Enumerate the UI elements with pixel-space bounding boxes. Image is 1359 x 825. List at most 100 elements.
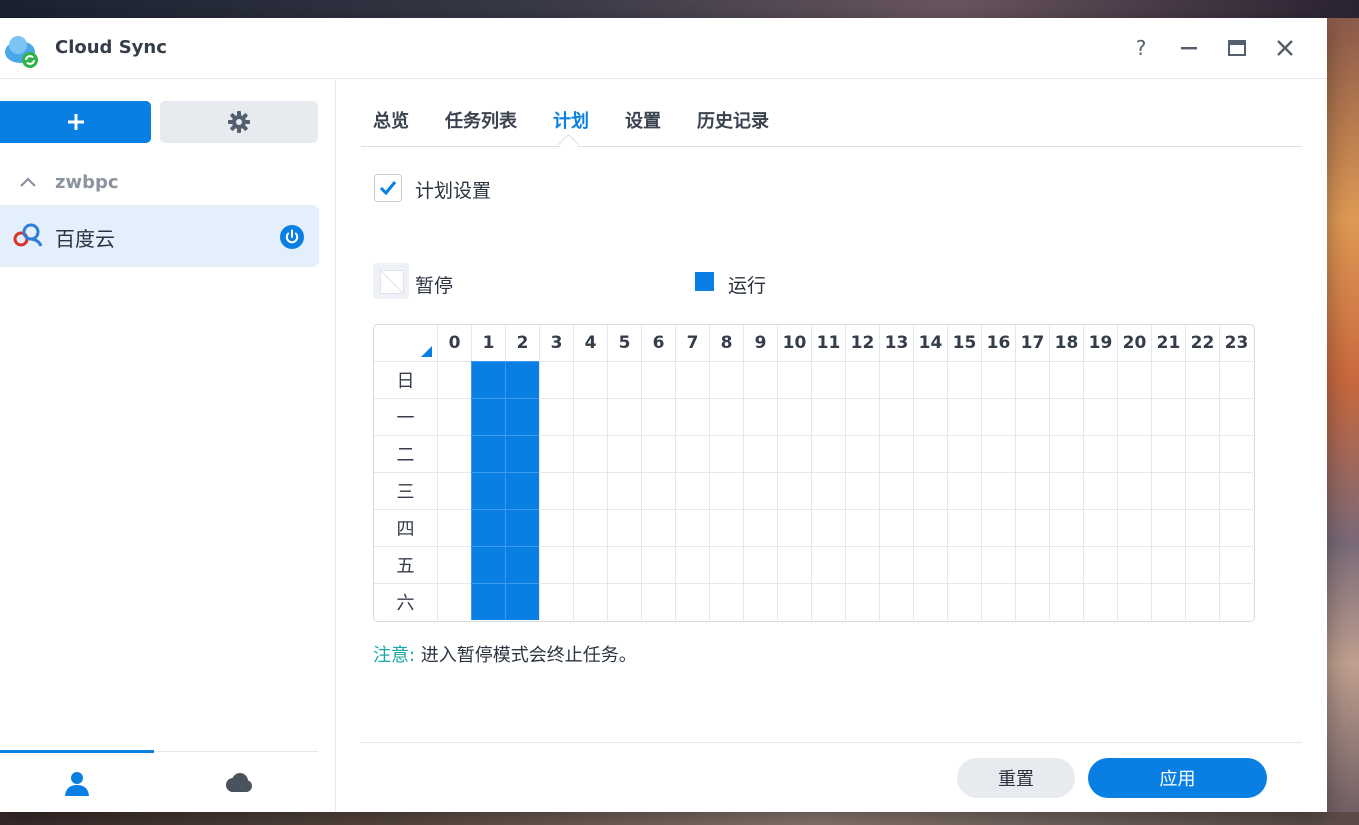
schedule-slot[interactable]: [1049, 435, 1083, 472]
schedule-slot[interactable]: [1049, 546, 1083, 583]
schedule-slot[interactable]: [1219, 583, 1253, 620]
minimize-icon[interactable]: [1173, 32, 1205, 64]
schedule-slot[interactable]: [437, 509, 471, 546]
schedule-slot[interactable]: [675, 398, 709, 435]
schedule-slot[interactable]: [539, 398, 573, 435]
schedule-slot[interactable]: [1219, 361, 1253, 398]
schedule-slot[interactable]: [437, 472, 471, 509]
hour-header-18[interactable]: 18: [1049, 325, 1083, 361]
schedule-slot[interactable]: [505, 546, 539, 583]
schedule-slot[interactable]: [981, 583, 1015, 620]
schedule-slot[interactable]: [1049, 398, 1083, 435]
schedule-slot[interactable]: [471, 472, 505, 509]
schedule-slot[interactable]: [777, 361, 811, 398]
schedule-slot[interactable]: [675, 546, 709, 583]
schedule-slot[interactable]: [777, 435, 811, 472]
schedule-slot[interactable]: [675, 361, 709, 398]
schedule-slot[interactable]: [471, 509, 505, 546]
schedule-slot[interactable]: [1185, 361, 1219, 398]
schedule-slot[interactable]: [811, 398, 845, 435]
schedule-slot[interactable]: [675, 472, 709, 509]
schedule-slot[interactable]: [913, 435, 947, 472]
schedule-slot[interactable]: [1015, 398, 1049, 435]
schedule-slot[interactable]: [743, 472, 777, 509]
hour-header-8[interactable]: 8: [709, 325, 743, 361]
schedule-slot[interactable]: [879, 398, 913, 435]
schedule-slot[interactable]: [1219, 398, 1253, 435]
schedule-enable-checkbox[interactable]: [374, 174, 402, 202]
legend-pause-swatch[interactable]: [373, 263, 409, 299]
global-settings-button[interactable]: [160, 101, 318, 143]
tab-history[interactable]: 历史记录: [697, 107, 769, 133]
schedule-slot[interactable]: [1219, 472, 1253, 509]
schedule-slot[interactable]: [573, 398, 607, 435]
schedule-slot[interactable]: [675, 583, 709, 620]
hour-header-22[interactable]: 22: [1185, 325, 1219, 361]
schedule-slot[interactable]: [947, 361, 981, 398]
tab-user[interactable]: [0, 750, 154, 813]
schedule-slot[interactable]: [913, 546, 947, 583]
schedule-slot[interactable]: [777, 509, 811, 546]
schedule-slot[interactable]: [1117, 435, 1151, 472]
schedule-slot[interactable]: [1151, 583, 1185, 620]
schedule-slot[interactable]: [743, 435, 777, 472]
schedule-slot[interactable]: [1015, 546, 1049, 583]
schedule-slot[interactable]: [675, 509, 709, 546]
schedule-slot[interactable]: [437, 546, 471, 583]
schedule-slot[interactable]: [1083, 546, 1117, 583]
schedule-slot[interactable]: [709, 472, 743, 509]
schedule-slot[interactable]: [573, 435, 607, 472]
hour-header-12[interactable]: 12: [845, 325, 879, 361]
schedule-slot[interactable]: [641, 361, 675, 398]
schedule-slot[interactable]: [879, 361, 913, 398]
schedule-slot[interactable]: [1185, 435, 1219, 472]
tab-settings[interactable]: 设置: [625, 107, 661, 133]
schedule-slot[interactable]: [981, 398, 1015, 435]
schedule-slot[interactable]: [811, 435, 845, 472]
schedule-slot[interactable]: [947, 583, 981, 620]
schedule-slot[interactable]: [573, 361, 607, 398]
schedule-slot[interactable]: [777, 472, 811, 509]
schedule-slot[interactable]: [845, 546, 879, 583]
schedule-slot[interactable]: [743, 361, 777, 398]
schedule-slot[interactable]: [1117, 472, 1151, 509]
schedule-slot[interactable]: [1219, 509, 1253, 546]
schedule-slot[interactable]: [845, 398, 879, 435]
schedule-slot[interactable]: [573, 509, 607, 546]
schedule-slot[interactable]: [607, 509, 641, 546]
schedule-slot[interactable]: [641, 546, 675, 583]
schedule-slot[interactable]: [811, 546, 845, 583]
day-header[interactable]: 二: [374, 435, 437, 472]
schedule-slot[interactable]: [709, 398, 743, 435]
schedule-slot[interactable]: [1185, 472, 1219, 509]
schedule-slot[interactable]: [811, 509, 845, 546]
schedule-slot[interactable]: [539, 435, 573, 472]
day-header[interactable]: 三: [374, 472, 437, 509]
schedule-slot[interactable]: [505, 361, 539, 398]
tab-schedule[interactable]: 计划: [553, 107, 589, 133]
hour-header-7[interactable]: 7: [675, 325, 709, 361]
schedule-slot[interactable]: [539, 509, 573, 546]
day-header[interactable]: 一: [374, 398, 437, 435]
schedule-slot[interactable]: [573, 546, 607, 583]
tab-overview[interactable]: 总览: [373, 107, 409, 133]
schedule-slot[interactable]: [845, 509, 879, 546]
schedule-slot[interactable]: [1015, 583, 1049, 620]
legend-run-swatch[interactable]: [695, 272, 714, 291]
schedule-slot[interactable]: [947, 398, 981, 435]
schedule-slot[interactable]: [981, 509, 1015, 546]
schedule-slot[interactable]: [913, 398, 947, 435]
schedule-slot[interactable]: [1185, 398, 1219, 435]
day-header[interactable]: 日: [374, 361, 437, 398]
schedule-slot[interactable]: [981, 546, 1015, 583]
schedule-slot[interactable]: [539, 546, 573, 583]
schedule-slot[interactable]: [1015, 509, 1049, 546]
schedule-slot[interactable]: [947, 472, 981, 509]
schedule-slot[interactable]: [1185, 546, 1219, 583]
schedule-slot[interactable]: [1219, 546, 1253, 583]
hour-header-9[interactable]: 9: [743, 325, 777, 361]
schedule-slot[interactable]: [1083, 398, 1117, 435]
schedule-slot[interactable]: [675, 435, 709, 472]
schedule-slot[interactable]: [879, 472, 913, 509]
schedule-slot[interactable]: [1015, 361, 1049, 398]
